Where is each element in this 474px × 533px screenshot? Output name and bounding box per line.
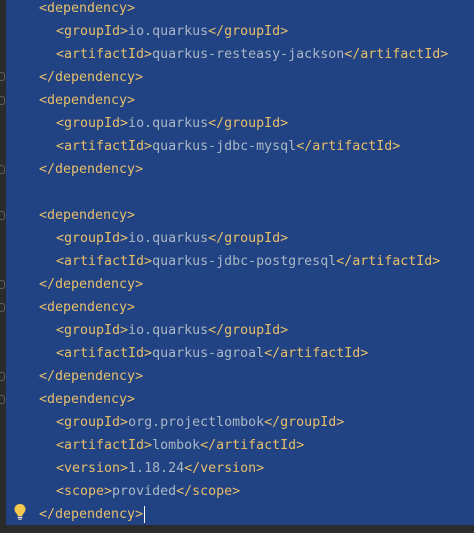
code-line[interactable]: <version>1.18.24</version> (56, 457, 264, 480)
xml-open-tag: </dependency> (39, 70, 144, 85)
xml-open-tag: <groupId> (56, 231, 129, 246)
xml-open-tag: <scope> (56, 484, 113, 499)
code-editor[interactable]: <dependency> <groupId>io.quarkus</groupId… (0, 0, 474, 533)
code-line[interactable]: <groupId>io.quarkus</groupId> (56, 112, 288, 135)
fold-marker-icon[interactable] (0, 96, 5, 105)
xml-open-tag: <dependency> (39, 300, 136, 315)
text-caret (144, 505, 146, 523)
xml-text-value: io.quarkus (128, 24, 209, 39)
code-line[interactable]: <dependency> (39, 204, 135, 227)
xml-text-value: 1.18.24 (128, 461, 185, 476)
code-line[interactable]: <groupId>io.quarkus</groupId> (56, 20, 288, 43)
xml-open-tag: <dependency> (39, 1, 136, 16)
xml-close-tag: </artifactId> (336, 254, 441, 269)
xml-close-tag: </artifactId> (264, 346, 369, 361)
xml-close-tag: </groupId> (208, 231, 289, 246)
xml-close-tag: </artifactId> (200, 438, 305, 453)
code-line[interactable]: </dependency> (39, 273, 143, 296)
xml-open-tag: <groupId> (56, 116, 129, 131)
xml-text-value: provided (112, 484, 177, 499)
xml-close-tag: </groupId> (264, 415, 345, 430)
fold-marker-icon[interactable] (0, 303, 5, 312)
xml-open-tag: <dependency> (39, 93, 136, 108)
xml-open-tag: <artifactId> (56, 139, 153, 154)
lightbulb-icon[interactable] (13, 503, 27, 521)
xml-close-tag: </artifactId> (344, 47, 449, 62)
xml-open-tag: </dependency> (39, 507, 144, 522)
xml-open-tag: </dependency> (39, 162, 144, 177)
xml-text-value: quarkus-jdbc-mysql (152, 139, 297, 154)
fold-marker-icon[interactable] (0, 211, 5, 220)
code-line[interactable]: <dependency> (39, 0, 135, 20)
code-line[interactable]: <artifactId>quarkus-resteasy-jackson</ar… (56, 43, 448, 66)
code-line[interactable]: </dependency> (39, 365, 143, 388)
code-line[interactable]: <groupId>org.projectlombok</groupId> (56, 411, 344, 434)
code-line[interactable]: <dependency> (39, 296, 135, 319)
code-line[interactable]: <scope>provided</scope> (56, 480, 240, 503)
xml-close-tag: </groupId> (208, 116, 289, 131)
xml-open-tag: <version> (56, 461, 129, 476)
xml-close-tag: </scope> (176, 484, 241, 499)
code-line[interactable]: </dependency> (39, 66, 143, 89)
xml-open-tag: <artifactId> (56, 438, 153, 453)
xml-open-tag: <groupId> (56, 24, 129, 39)
code-line[interactable]: </dependency> (39, 503, 146, 526)
fold-marker-icon[interactable] (0, 372, 5, 381)
xml-close-tag: </artifactId> (296, 139, 401, 154)
code-line[interactable]: <artifactId>quarkus-jdbc-postgresql</art… (56, 250, 440, 273)
code-line[interactable]: <artifactId>lombok</artifactId> (56, 434, 304, 457)
xml-open-tag: <dependency> (39, 208, 136, 223)
code-line[interactable]: <artifactId>quarkus-jdbc-mysql</artifact… (56, 135, 400, 158)
xml-open-tag: </dependency> (39, 369, 144, 384)
xml-open-tag: <dependency> (39, 392, 136, 407)
code-line[interactable]: </dependency> (39, 158, 143, 181)
xml-text-value: quarkus-jdbc-postgresql (152, 254, 337, 269)
xml-text-value: io.quarkus (128, 323, 209, 338)
code-line[interactable]: <artifactId>quarkus-agroal</artifactId> (56, 342, 368, 365)
code-line[interactable]: <groupId>io.quarkus</groupId> (56, 227, 288, 250)
xml-open-tag: <groupId> (56, 323, 129, 338)
xml-text-value: lombok (152, 438, 201, 453)
xml-open-tag: <artifactId> (56, 346, 153, 361)
xml-text-value: io.quarkus (128, 116, 209, 131)
code-line[interactable]: <dependency> (39, 388, 135, 411)
fold-marker-icon[interactable] (0, 72, 5, 81)
xml-text-value: quarkus-resteasy-jackson (152, 47, 345, 62)
xml-open-tag: <groupId> (56, 415, 129, 430)
xml-open-tag: </dependency> (39, 277, 144, 292)
xml-text-value: io.quarkus (128, 231, 209, 246)
editor-bottom-area (0, 525, 474, 533)
fold-marker-icon[interactable] (0, 395, 5, 404)
xml-open-tag: <artifactId> (56, 47, 153, 62)
xml-close-tag: </version> (184, 461, 265, 476)
xml-close-tag: </groupId> (208, 24, 289, 39)
code-line[interactable]: <groupId>io.quarkus</groupId> (56, 319, 288, 342)
xml-text-value: org.projectlombok (128, 415, 265, 430)
xml-text-value: quarkus-agroal (152, 346, 265, 361)
xml-close-tag: </groupId> (208, 323, 289, 338)
code-line[interactable]: <dependency> (39, 89, 135, 112)
fold-marker-icon[interactable] (0, 280, 5, 289)
fold-marker-icon[interactable] (0, 165, 5, 174)
xml-open-tag: <artifactId> (56, 254, 153, 269)
